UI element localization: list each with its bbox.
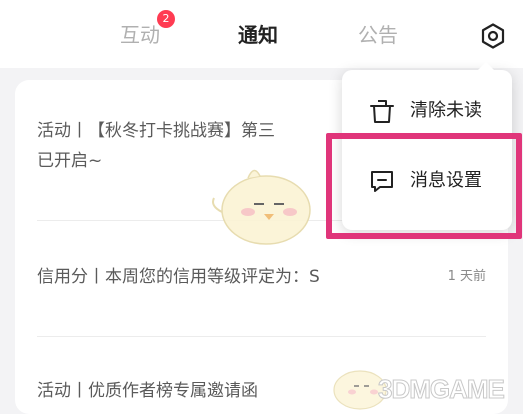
top-tab-bar: 互动 2 通知 公告 xyxy=(0,0,523,68)
notification-text: 信用分丨本周您的信用等级评定为：S xyxy=(37,267,320,287)
unread-badge: 2 xyxy=(157,10,175,28)
message-settings-icon xyxy=(371,171,393,192)
message-settings-label: 消息设置 xyxy=(410,170,482,191)
notification-item[interactable]: 信用分丨本周您的信用等级评定为：S 1 天前 xyxy=(37,262,486,292)
divider xyxy=(37,336,486,337)
notification-time: 1 天前 xyxy=(447,269,486,284)
tab-notifications[interactable]: 通知 xyxy=(238,20,278,50)
gear-icon[interactable] xyxy=(479,22,507,50)
notification-text: 活动丨优质作者榜专属邀请函 xyxy=(37,381,258,401)
clear-unread-label: 清除未读 xyxy=(410,100,482,121)
tab-announcements[interactable]: 公告 xyxy=(358,20,398,50)
watermark-text: 3DMGAME xyxy=(378,374,506,405)
clear-unread-menu-item[interactable]: 清除未读 xyxy=(342,76,512,146)
mascot-watermark-icon xyxy=(212,169,311,245)
trash-icon xyxy=(370,100,394,123)
message-settings-menu-item[interactable]: 消息设置 xyxy=(342,146,512,216)
tab-interaction[interactable]: 互动 xyxy=(120,20,160,50)
options-popup-menu: 清除未读 消息设置 xyxy=(342,62,512,230)
